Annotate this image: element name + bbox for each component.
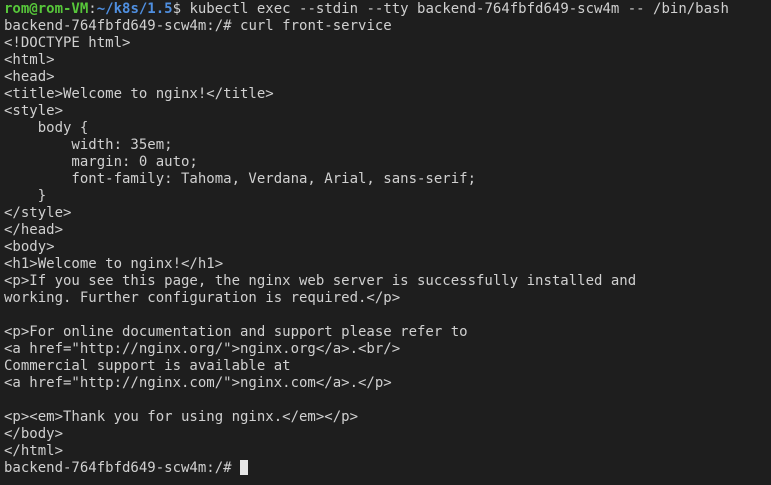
output-line: <!DOCTYPE html> [4, 35, 131, 51]
final-pod-prompt: backend-764fbfd649-scw4m:/# [4, 460, 241, 476]
output-line: <html> [4, 52, 55, 68]
terminal-window[interactable]: rom@rom-VM:~/k8s/1.5$ kubectl exec --std… [0, 0, 771, 485]
output-line: <p><em>Thank you for using nginx.</em></… [4, 409, 359, 425]
output-line: Commercial support is available at [4, 358, 291, 374]
output-line: } [4, 188, 47, 204]
output-line: </html> [4, 443, 64, 459]
output-line: </style> [4, 205, 72, 221]
prompt-user-host: rom@rom-VM [4, 1, 89, 17]
curl-command: curl front-service [240, 18, 392, 34]
host-prompt-line: rom@rom-VM:~/k8s/1.5$ kubectl exec --std… [4, 1, 767, 18]
prompt-cwd: ~/k8s/1.5 [96, 1, 173, 17]
output-line: <body> [4, 239, 55, 255]
output-line: margin: 0 auto; [4, 154, 198, 170]
output-line: font-family: Tahoma, Verdana, Arial, san… [4, 171, 477, 187]
kubectl-command: kubectl exec --stdin --tty backend-764fb… [189, 1, 729, 17]
output-line: </head> [4, 222, 64, 238]
output-line: working. Further configuration is requir… [4, 290, 401, 306]
output-line: <p>If you see this page, the nginx web s… [4, 273, 637, 289]
command-output: <!DOCTYPE html> <html> <head> <title>Welcom… [4, 35, 767, 460]
active-prompt-line[interactable]: backend-764fbfd649-scw4m:/# [4, 460, 767, 477]
pod-prompt-line: backend-764fbfd649-scw4m:/# curl front-s… [4, 18, 767, 35]
prompt-symbol: $ [172, 1, 190, 17]
output-line: <head> [4, 69, 55, 85]
output-line: body { [4, 120, 89, 136]
output-line: <a href="http://nginx.org/">nginx.org</a… [4, 341, 401, 357]
pod-prompt: backend-764fbfd649-scw4m:/# [4, 18, 241, 34]
output-line: <p>For online documentation and support … [4, 324, 468, 340]
output-line: <a href="http://nginx.com/">nginx.com</a… [4, 375, 392, 391]
output-line: width: 35em; [4, 137, 173, 153]
output-line: </body> [4, 426, 64, 442]
prompt-separator: : [88, 1, 97, 17]
text-cursor [240, 460, 249, 475]
output-line: <style> [4, 103, 64, 119]
output-line: <h1>Welcome to nginx!</h1> [4, 256, 224, 272]
output-line: <title>Welcome to nginx!</title> [4, 86, 274, 102]
